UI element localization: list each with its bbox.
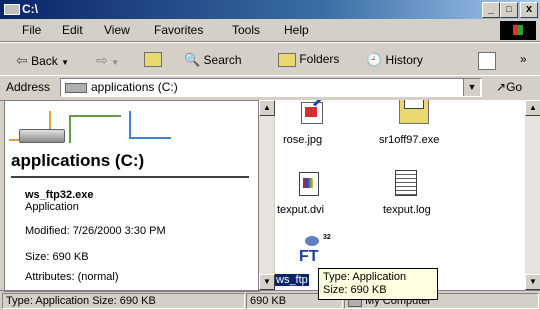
scroll-up-button[interactable]: ▲ [525, 100, 540, 116]
file-name: rose.jpg [283, 134, 323, 146]
forward-arrow-icon: ⇨ [96, 52, 108, 68]
address-dropdown-button[interactable]: ▼ [463, 79, 480, 96]
back-arrow-icon: ⇦ [16, 52, 28, 68]
back-label: Back [31, 54, 58, 68]
image-file-icon [301, 100, 326, 124]
tooltip-size: Size: 690 KB [323, 284, 387, 296]
scroll-down-button[interactable]: ▼ [525, 274, 540, 290]
go-label: Go [506, 80, 523, 94]
back-button[interactable]: ⇦ Back ▼ [16, 52, 69, 69]
close-button[interactable]: x [520, 2, 538, 18]
chevron-down-icon: ▼ [61, 58, 70, 67]
address-bar: Address applications (C:) ▼ ↗Go [0, 75, 540, 101]
selected-file-attributes: Attributes: (normal) [25, 271, 119, 283]
file-tooltip: Type: Application Size: 690 KB [318, 268, 438, 300]
history-icon: 🕘 [366, 52, 383, 67]
address-value: applications (C:) [91, 80, 178, 94]
drive-icon [65, 83, 87, 93]
menu-file[interactable]: File [22, 23, 41, 37]
toolbar-overflow-button[interactable]: » [520, 52, 527, 66]
scroll-down-button[interactable]: ▼ [259, 274, 275, 290]
history-button[interactable]: 🕘 History [366, 52, 423, 68]
menu-favorites[interactable]: Favorites [154, 23, 203, 37]
file-name: sr1off97.exe [379, 134, 440, 146]
title-bar[interactable]: C:\ _ □ x [0, 0, 540, 19]
minimize-button[interactable]: _ [482, 2, 500, 18]
go-arrow-icon: ↗ [496, 80, 507, 94]
forward-button[interactable]: ⇨ ▼ [96, 52, 119, 69]
address-input[interactable]: applications (C:) ▼ [60, 78, 482, 97]
folders-label: Folders [299, 52, 340, 66]
file-name: texput.log [383, 204, 431, 216]
window-title: C:\ [22, 2, 38, 16]
file-item[interactable]: rose.jpg [279, 100, 339, 148]
folders-button[interactable]: Folders [278, 52, 339, 67]
file-name: ws_ftp [275, 274, 309, 286]
drive-icon [4, 4, 20, 15]
selected-file-type: Application [25, 201, 79, 213]
menu-bar: File Edit View Favorites Tools Help [0, 19, 540, 42]
menu-view[interactable]: View [104, 23, 130, 37]
search-icon: 🔍 [184, 52, 201, 67]
windows-logo-icon [500, 21, 536, 40]
ftp-exe-icon: FT 32 [299, 234, 331, 265]
divider [11, 176, 249, 178]
menu-tools[interactable]: Tools [232, 23, 260, 37]
menu-help[interactable]: Help [284, 23, 309, 37]
status-bar: Type: Application Size: 690 KB 690 KB My… [0, 290, 540, 310]
up-folder-button[interactable] [144, 52, 162, 68]
chevron-down-icon: ▼ [111, 58, 119, 67]
setup-exe-icon [399, 100, 429, 124]
selected-file-name: ws_ftp32.exe [25, 189, 94, 201]
selected-file-size: Size: 690 KB [25, 251, 89, 263]
address-label: Address [6, 80, 51, 94]
web-view-pane: applications (C:) ws_ftp32.exe Applicati… [4, 100, 260, 292]
drive-title: applications (C:) [11, 151, 145, 170]
right-scrollbar[interactable]: ▲ ▼ [525, 100, 540, 290]
history-label: History [385, 53, 423, 67]
file-list: rose.jpg sr1off97.exe texput.dvi texput.… [275, 100, 525, 290]
text-file-icon [395, 170, 417, 196]
scroll-up-button[interactable]: ▲ [259, 100, 275, 116]
toolbar: ⇦ Back ▼ ⇨ ▼ 🔍 Search Folders 🕘 History … [0, 42, 540, 76]
dvi-file-icon [299, 172, 319, 196]
file-item[interactable]: texput.dvi [275, 168, 345, 220]
tooltip-type: Type: Application [323, 271, 407, 283]
maximize-button[interactable]: □ [500, 2, 518, 18]
file-name: texput.dvi [277, 204, 325, 216]
search-button[interactable]: 🔍 Search [184, 52, 242, 68]
go-button[interactable]: ↗Go [496, 80, 522, 94]
search-label: Search [203, 53, 242, 67]
up-folder-icon [144, 52, 162, 68]
menu-edit[interactable]: Edit [62, 23, 83, 37]
file-item[interactable]: texput.log [371, 168, 451, 220]
move-to-button[interactable] [478, 52, 496, 70]
move-to-icon [478, 52, 496, 70]
file-item[interactable]: sr1off97.exe [363, 100, 463, 148]
selected-file-modified: Modified: 7/26/2000 3:30 PM [25, 225, 166, 237]
left-scrollbar[interactable]: ▲ ▼ [258, 100, 275, 290]
folders-icon [278, 52, 296, 67]
drive-large-icon [19, 129, 65, 143]
status-info: Type: Application Size: 690 KB [2, 293, 245, 309]
